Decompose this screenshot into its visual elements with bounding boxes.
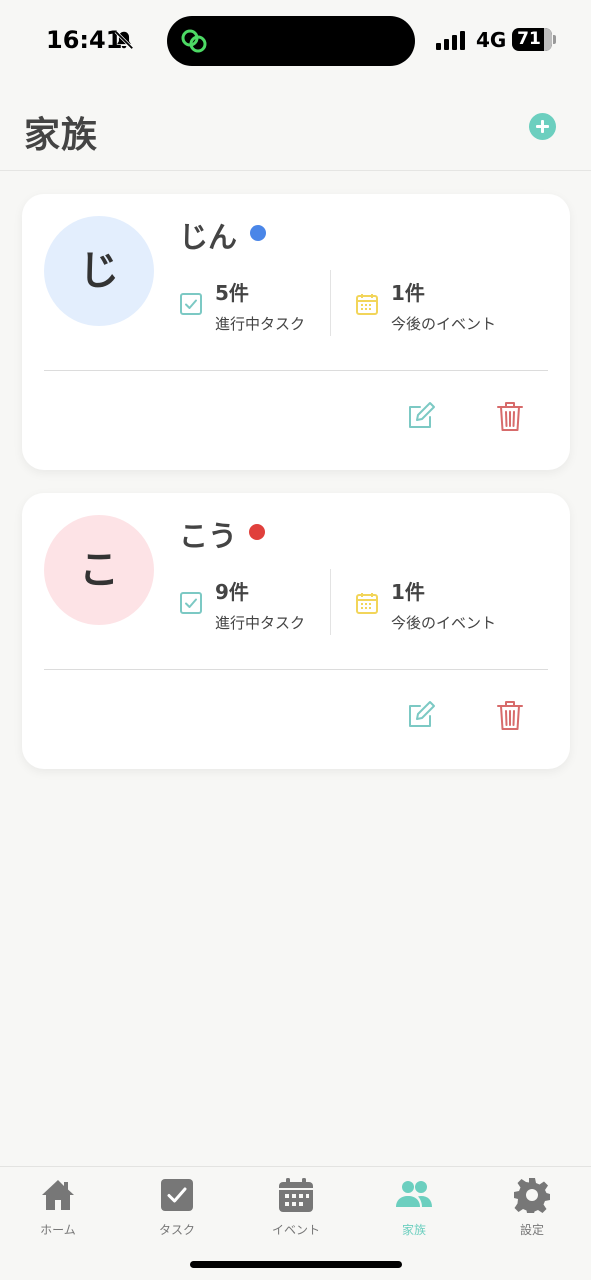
events-label: 今後のイベント xyxy=(391,315,497,333)
task-check-icon xyxy=(180,592,202,614)
tab-label: 家族 xyxy=(401,1223,426,1237)
calendar-icon xyxy=(356,593,378,614)
member-card: じ じん 5件 進行中タスク 1件 今後のイベント xyxy=(22,194,570,470)
edit-button[interactable] xyxy=(406,401,436,431)
tab-settings[interactable]: 設定 xyxy=(487,1175,577,1237)
network-type: 4G xyxy=(476,28,507,52)
page-title: 家族 xyxy=(24,115,99,156)
add-member-button[interactable] xyxy=(529,113,556,140)
calendar-icon xyxy=(356,294,378,315)
member-name: じん xyxy=(179,220,238,254)
events-count: 1件 xyxy=(391,580,425,604)
edit-button[interactable] xyxy=(406,700,436,730)
delete-button[interactable] xyxy=(496,700,524,731)
stat-divider xyxy=(330,270,331,336)
tab-home[interactable]: ホーム xyxy=(13,1175,103,1237)
task-check-icon xyxy=(180,293,202,315)
tasks-count: 9件 xyxy=(215,580,249,604)
tasks-label: 進行中タスク xyxy=(215,614,306,632)
bell-off-icon xyxy=(114,30,134,50)
gear-icon xyxy=(514,1178,550,1213)
battery-level: 71 xyxy=(517,29,541,49)
battery-icon: 71 xyxy=(512,28,556,52)
tab-tasks[interactable]: タスク xyxy=(132,1175,222,1237)
tab-label: 設定 xyxy=(519,1223,544,1237)
link-rings-icon xyxy=(181,29,207,53)
tab-family[interactable]: 家族 xyxy=(369,1175,459,1237)
tab-events[interactable]: イベント xyxy=(251,1175,341,1237)
stat-divider xyxy=(330,569,331,635)
cellular-signal-icon xyxy=(436,31,465,50)
tab-label: タスク xyxy=(158,1223,195,1237)
delete-button[interactable] xyxy=(496,401,524,432)
people-icon xyxy=(396,1181,432,1207)
avatar: じ xyxy=(44,216,154,326)
dynamic-island xyxy=(167,16,415,66)
tab-label: イベント xyxy=(271,1223,320,1237)
member-color-dot xyxy=(250,225,266,241)
events-count: 1件 xyxy=(391,281,425,305)
page-header: 家族 xyxy=(0,80,591,171)
tab-label: ホーム xyxy=(40,1223,76,1237)
home-indicator xyxy=(190,1261,402,1268)
avatar: こ xyxy=(44,515,154,625)
member-color-dot xyxy=(249,524,265,540)
calendar-icon xyxy=(279,1178,313,1212)
status-time: 16:41 xyxy=(46,26,123,54)
member-card: こ こう 9件 進行中タスク 1件 今後のイベント xyxy=(22,493,570,769)
card-divider xyxy=(44,669,548,670)
member-name: こう xyxy=(179,519,238,553)
task-check-icon xyxy=(161,1179,193,1211)
home-icon xyxy=(42,1180,74,1210)
events-label: 今後のイベント xyxy=(391,614,497,632)
status-bar: 16:41 4G 71 xyxy=(0,0,591,80)
tasks-label: 進行中タスク xyxy=(215,315,306,333)
card-divider xyxy=(44,370,548,371)
tasks-count: 5件 xyxy=(215,281,249,305)
